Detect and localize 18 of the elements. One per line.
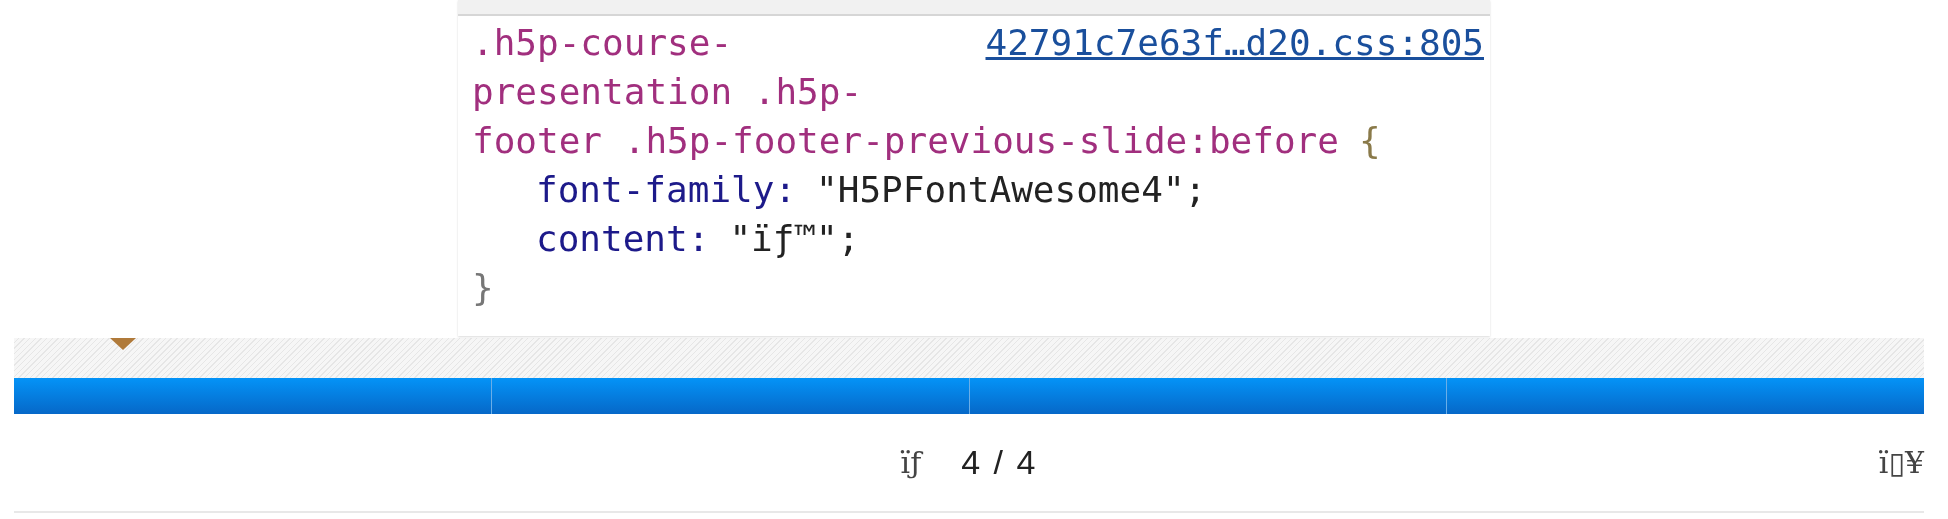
progress-segment[interactable] bbox=[490, 378, 969, 414]
progress-segment[interactable] bbox=[968, 378, 1447, 414]
css-property[interactable]: font-family: bbox=[536, 169, 797, 210]
progress-segment[interactable] bbox=[1446, 378, 1924, 414]
css-selector: .h5p-course- bbox=[472, 22, 733, 63]
css-selector: presentation .h5p- bbox=[472, 71, 863, 112]
logo-fragment-icon bbox=[110, 338, 136, 350]
css-property[interactable]: content: bbox=[536, 218, 710, 259]
source-link[interactable]: 42791c7e63f…d20.css:805 bbox=[985, 18, 1484, 67]
css-selector: footer .h5p-footer-previous-slide:before bbox=[472, 120, 1339, 161]
closing-brace: } bbox=[472, 266, 495, 310]
opening-brace: { bbox=[1358, 120, 1381, 161]
css-value[interactable]: "H5PFontAwesome4"; bbox=[816, 169, 1207, 210]
fullscreen-button[interactable]: ï▯¥ bbox=[1878, 445, 1924, 480]
previous-slide-button[interactable]: ïƒ bbox=[900, 445, 922, 480]
slide-counter: 4 / 4 bbox=[961, 443, 1038, 482]
css-value[interactable]: "ïƒ™"; bbox=[729, 218, 860, 259]
progress-segment[interactable] bbox=[14, 378, 491, 414]
